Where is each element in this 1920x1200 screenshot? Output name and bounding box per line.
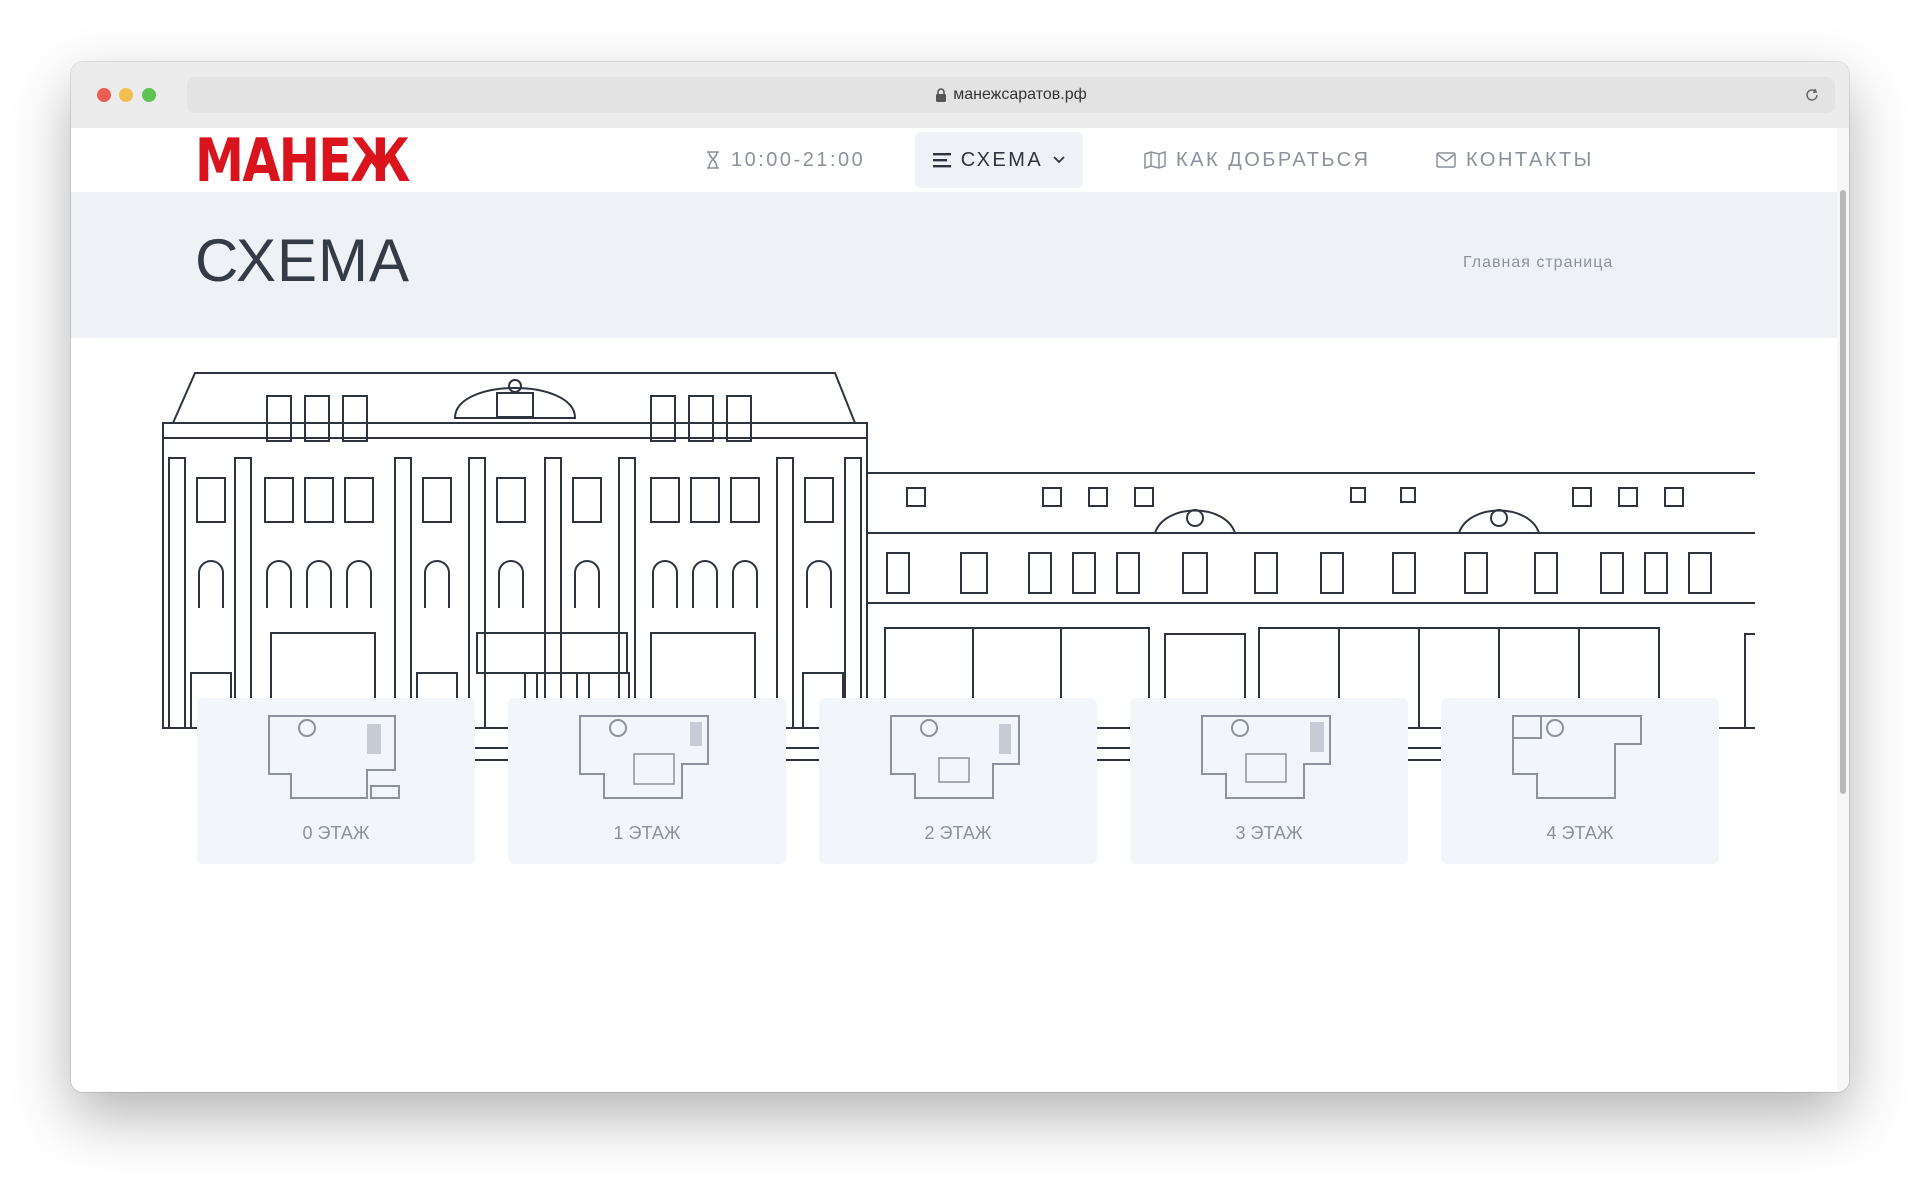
floor-card-0[interactable]: 0 ЭТАЖ	[197, 698, 475, 864]
nav-directions[interactable]: КАК ДОБРАТЬСЯ	[1144, 132, 1371, 188]
page-header: СХЕМА Главная страница	[71, 192, 1837, 338]
floor-label: 0 ЭТАЖ	[302, 823, 370, 843]
menu-icon	[932, 153, 951, 168]
floor-plan-thumbnail	[1512, 715, 1642, 799]
mail-icon	[1436, 152, 1456, 168]
breadcrumb-home-link[interactable]: Главная страница	[1463, 254, 1613, 272]
zoom-window-button[interactable]	[142, 88, 156, 102]
nav-contacts[interactable]: КОНТАКТЫ	[1436, 132, 1594, 188]
chevron-down-icon	[1053, 156, 1065, 164]
nav-directions-label: КАК ДОБРАТЬСЯ	[1176, 148, 1371, 171]
page-title: СХЕМА	[195, 227, 410, 294]
hourglass-icon	[707, 151, 719, 169]
floor-plan-thumbnail	[1201, 715, 1331, 799]
lock-icon	[936, 88, 947, 102]
floor-card-1[interactable]: 1 ЭТАЖ	[508, 698, 786, 864]
floor-card-3[interactable]: 3 ЭТАЖ	[1130, 698, 1408, 864]
reload-icon[interactable]	[1803, 86, 1821, 104]
floor-plan-thumbnail	[890, 715, 1020, 799]
browser-window: манежсаратов.рф МАНЕЖ 10:00-21:00 СХЕМА …	[71, 62, 1849, 1092]
floor-label: 2 ЭТАЖ	[924, 823, 992, 843]
nav-hours-label: 10:00-21:00	[731, 148, 866, 171]
browser-titlebar: манежсаратов.рф	[71, 62, 1849, 129]
site-logo[interactable]: МАНЕЖ	[195, 126, 410, 196]
page-scrollbar[interactable]	[1837, 128, 1849, 1092]
scrollbar-thumb[interactable]	[1840, 190, 1846, 794]
url-text: манежсаратов.рф	[953, 86, 1087, 103]
floor-plan-thumbnail	[268, 715, 400, 799]
address-bar[interactable]: манежсаратов.рф	[187, 77, 1835, 113]
web-page: МАНЕЖ 10:00-21:00 СХЕМА КАК ДОБРАТЬСЯ КО…	[71, 126, 1837, 1092]
nav-contacts-label: КОНТАКТЫ	[1466, 148, 1594, 171]
nav-schema[interactable]: СХЕМА	[915, 132, 1083, 188]
floor-label: 3 ЭТАЖ	[1235, 823, 1303, 843]
close-window-button[interactable]	[97, 88, 111, 102]
map-icon	[1144, 151, 1166, 169]
floor-card-2[interactable]: 2 ЭТАЖ	[819, 698, 1097, 864]
minimize-window-button[interactable]	[119, 88, 133, 102]
floor-label: 1 ЭТАЖ	[613, 823, 681, 843]
floor-plan-thumbnail	[579, 715, 709, 799]
top-navigation: МАНЕЖ 10:00-21:00 СХЕМА КАК ДОБРАТЬСЯ КО…	[71, 126, 1837, 196]
floor-label: 4 ЭТАЖ	[1546, 823, 1614, 843]
floor-card-4[interactable]: 4 ЭТАЖ	[1441, 698, 1719, 864]
nav-hours[interactable]: 10:00-21:00	[705, 132, 865, 188]
nav-schema-label: СХЕМА	[960, 148, 1044, 171]
